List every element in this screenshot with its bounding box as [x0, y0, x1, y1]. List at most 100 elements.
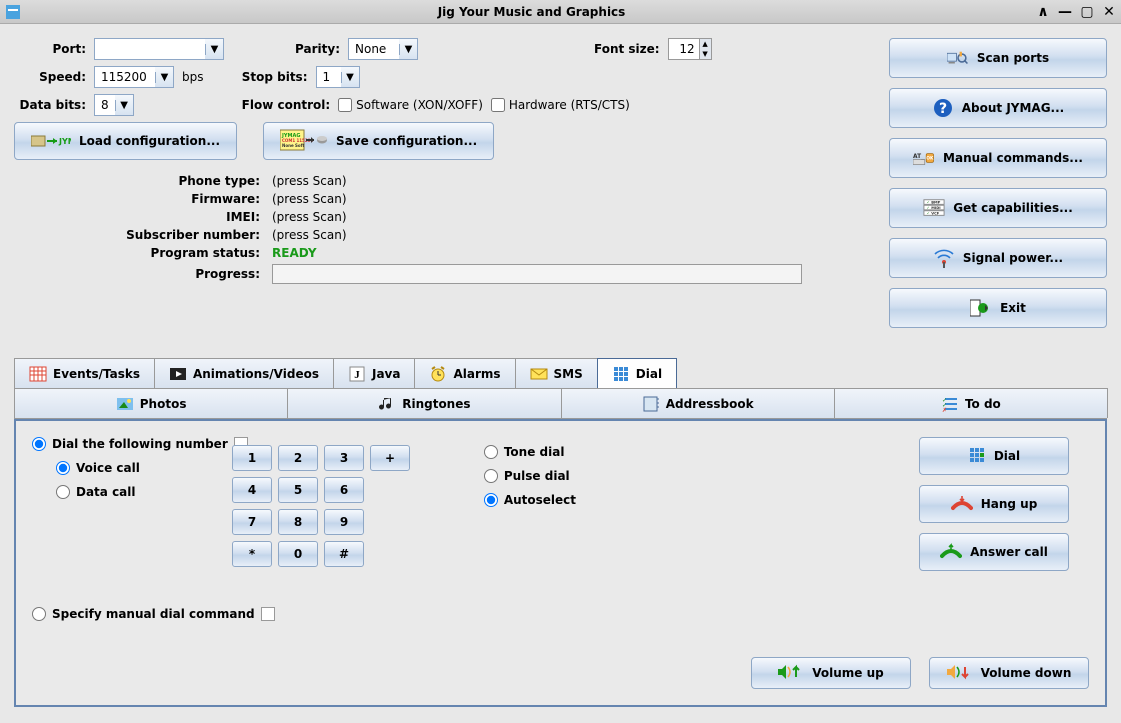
chevron-down-icon[interactable]: ▼ — [205, 44, 223, 55]
chevron-down-icon[interactable]: ▼ — [155, 72, 173, 83]
svg-text:None Soft: None Soft — [282, 143, 304, 148]
signal-icon — [933, 247, 955, 269]
scan-ports-icon — [947, 47, 969, 69]
tab-dial[interactable]: Dial — [597, 358, 677, 388]
volume-up-icon — [778, 664, 804, 683]
tab-alarms[interactable]: Alarms — [414, 358, 515, 388]
load-config-icon: JYMAG — [31, 130, 71, 153]
dial-keypad: 1 2 3 + 4 5 6 7 8 9 — [232, 445, 410, 567]
load-config-button[interactable]: JYMAG Load configuration... — [14, 122, 237, 160]
window-close-button[interactable]: ✕ — [1101, 4, 1117, 20]
tab-animations[interactable]: Animations/Videos — [154, 358, 334, 388]
chevron-down-icon[interactable]: ▼ — [115, 100, 133, 111]
pulse-dial-radio[interactable]: Pulse dial — [484, 469, 576, 483]
chevron-down-icon[interactable]: ▼ — [399, 44, 417, 55]
tab-sms[interactable]: SMS — [515, 358, 598, 388]
get-capabilities-button[interactable]: ✓BMP✓MIDI✓VCF Get capabilities... — [889, 188, 1107, 228]
svg-text:OK: OK — [926, 155, 934, 161]
dial-button[interactable]: Dial — [919, 437, 1069, 475]
key-4[interactable]: 4 — [232, 477, 272, 503]
app-icon — [4, 3, 22, 21]
spinner-down-icon[interactable]: ▼ — [700, 49, 711, 59]
exit-button[interactable]: Exit — [889, 288, 1107, 328]
svg-text:J: J — [354, 369, 360, 381]
keypad-icon — [968, 446, 986, 467]
volume-down-button[interactable]: Volume down — [929, 657, 1089, 689]
signal-power-button[interactable]: Signal power... — [889, 238, 1107, 278]
key-1[interactable]: 1 — [232, 445, 272, 471]
manual-dial-radio[interactable]: Specify manual dial command — [32, 607, 899, 621]
svg-text:JYMAG: JYMAG — [58, 137, 71, 146]
svg-text:✓: ✓ — [927, 200, 930, 204]
databits-label: Data bits: — [14, 98, 86, 112]
tab-todo[interactable]: ✓✓✗ To do — [834, 388, 1108, 418]
key-5[interactable]: 5 — [278, 477, 318, 503]
volume-up-button[interactable]: Volume up — [751, 657, 911, 689]
fontsize-spinner[interactable]: 12 ▲ ▼ — [668, 38, 712, 60]
envelope-icon — [530, 365, 548, 383]
tab-addressbook[interactable]: Addressbook — [561, 388, 835, 418]
dial-number-radio[interactable]: Dial the following number — [32, 437, 899, 451]
imei-value: (press Scan) — [272, 210, 347, 224]
key-0[interactable]: 0 — [278, 541, 318, 567]
capabilities-icon: ✓BMP✓MIDI✓VCF — [923, 197, 945, 219]
svg-text:✗: ✗ — [942, 407, 947, 413]
titlebar: Jig Your Music and Graphics ∧ — ▢ ✕ — [0, 0, 1121, 24]
spinner-up-icon[interactable]: ▲ — [700, 39, 711, 49]
port-select[interactable]: ▼ — [94, 38, 224, 60]
key-8[interactable]: 8 — [278, 509, 318, 535]
progress-bar — [272, 264, 802, 284]
tab-photos[interactable]: Photos — [14, 388, 288, 418]
about-button[interactable]: ? About JYMAG... — [889, 88, 1107, 128]
key-7[interactable]: 7 — [232, 509, 272, 535]
databits-select[interactable]: 8 ▼ — [94, 94, 134, 116]
data-call-radio[interactable]: Data call — [56, 485, 899, 499]
svg-text:✓: ✓ — [927, 211, 930, 215]
hangup-button[interactable]: Hang up — [919, 485, 1069, 523]
speed-select[interactable]: 115200 ▼ — [94, 66, 174, 88]
save-config-icon: JYMAGCOM1 115200None Soft — [280, 129, 328, 154]
key-9[interactable]: 9 — [324, 509, 364, 535]
todo-icon: ✓✓✗ — [941, 395, 959, 413]
svg-text:BMP: BMP — [931, 200, 940, 204]
parity-select[interactable]: None ▼ — [348, 38, 418, 60]
window-maximize-button[interactable]: ▢ — [1079, 4, 1095, 20]
window-title: Jig Your Music and Graphics — [28, 5, 1035, 19]
key-star[interactable]: * — [232, 541, 272, 567]
tone-dial-radio[interactable]: Tone dial — [484, 445, 576, 459]
save-config-button[interactable]: JYMAGCOM1 115200None Soft Save configura… — [263, 122, 494, 160]
speed-unit: bps — [182, 70, 204, 84]
scan-ports-button[interactable]: Scan ports — [889, 38, 1107, 78]
phonetype-value: (press Scan) — [272, 174, 347, 188]
tab-events[interactable]: Events/Tasks — [14, 358, 155, 388]
manual-commands-button[interactable]: AT_OK Manual commands... — [889, 138, 1107, 178]
stopbits-select[interactable]: 1 ▼ — [316, 66, 360, 88]
status-label: Program status: — [14, 246, 272, 260]
autoselect-radio[interactable]: Autoselect — [484, 493, 576, 507]
subscriber-label: Subscriber number: — [14, 228, 272, 242]
svg-text:MIDI: MIDI — [931, 206, 941, 210]
tab-ringtones[interactable]: Ringtones — [287, 388, 561, 418]
firmware-value: (press Scan) — [272, 192, 347, 206]
alarm-icon — [429, 365, 447, 383]
window-minimize-button[interactable]: — — [1057, 4, 1073, 20]
voice-call-radio[interactable]: Voice call — [56, 461, 899, 475]
key-3[interactable]: 3 — [324, 445, 364, 471]
chevron-down-icon[interactable]: ▼ — [341, 72, 359, 83]
key-plus[interactable]: + — [370, 445, 410, 471]
key-hash[interactable]: # — [324, 541, 364, 567]
answer-button[interactable]: Answer call — [919, 533, 1069, 571]
flow-software-checkbox[interactable]: Software (XON/XOFF) — [338, 98, 483, 112]
window-caret-button[interactable]: ∧ — [1035, 4, 1051, 20]
tab-java[interactable]: J Java — [333, 358, 415, 388]
flow-hardware-checkbox[interactable]: Hardware (RTS/CTS) — [491, 98, 630, 112]
fontsize-label: Font size: — [594, 42, 660, 56]
svg-text:?: ? — [939, 101, 947, 117]
key-2[interactable]: 2 — [278, 445, 318, 471]
key-6[interactable]: 6 — [324, 477, 364, 503]
flowcontrol-label: Flow control: — [242, 98, 331, 112]
parity-label: Parity: — [280, 42, 340, 56]
manual-dial-input[interactable] — [261, 607, 275, 621]
calendar-icon — [29, 365, 47, 383]
status-value: READY — [272, 246, 317, 260]
